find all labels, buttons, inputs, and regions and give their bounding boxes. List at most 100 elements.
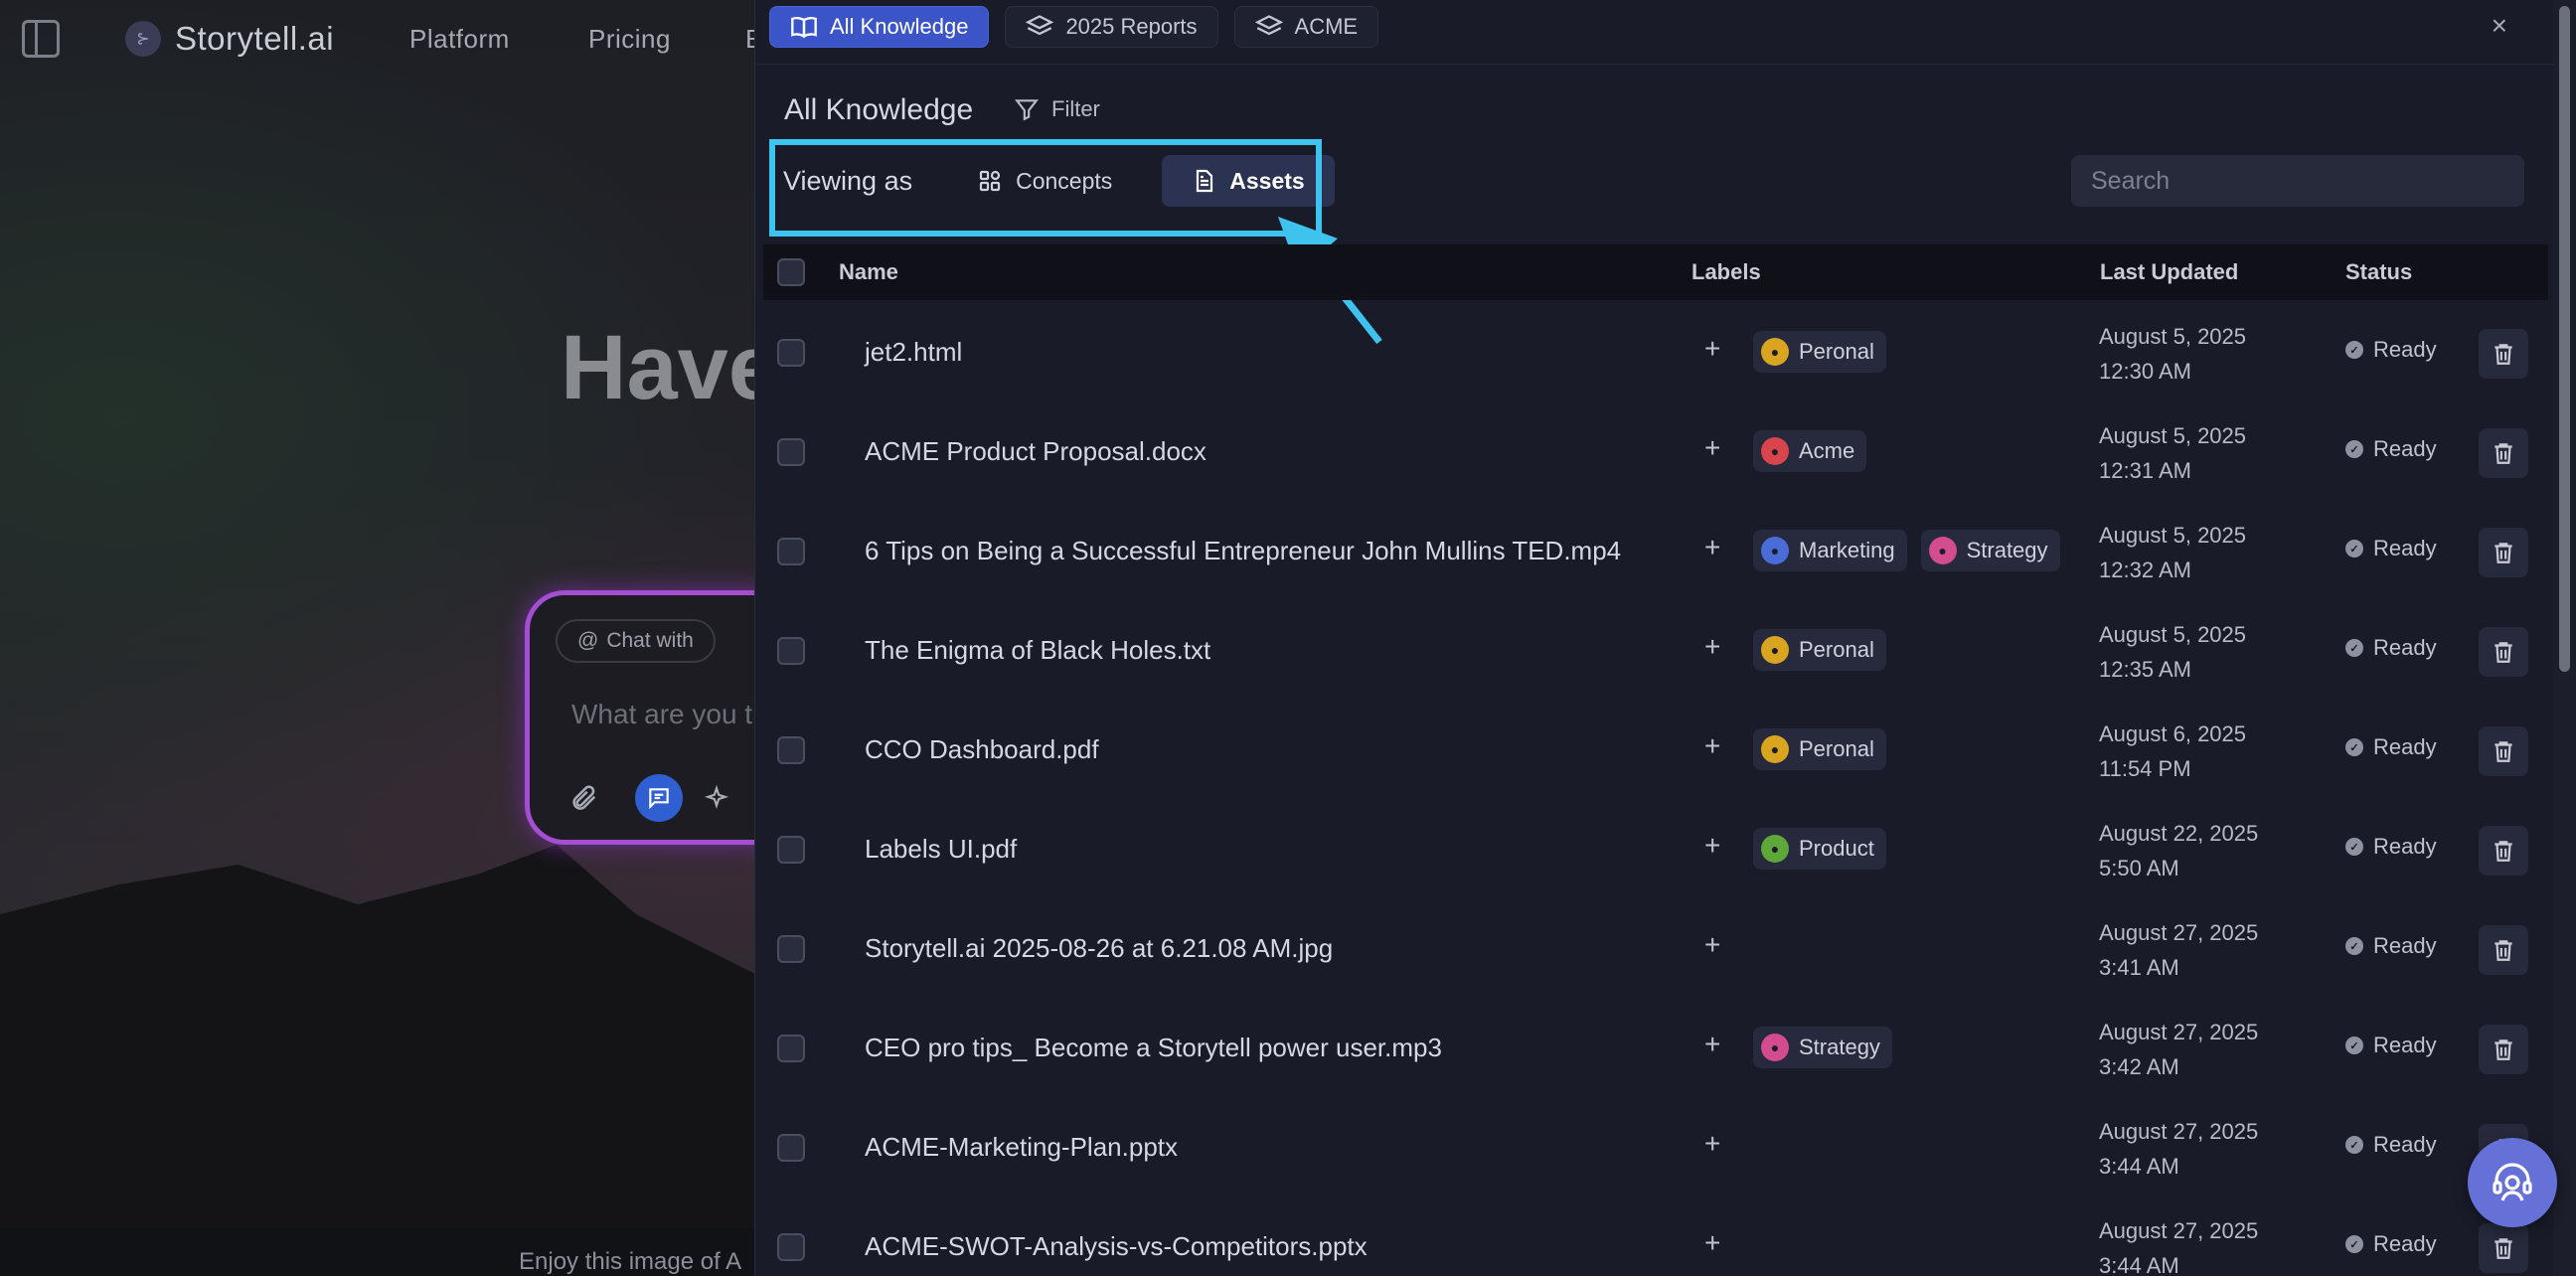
label-icon: ● xyxy=(1761,338,1789,366)
collection-tabs: All Knowledge 2025 Reports ACME xyxy=(769,6,1379,48)
delete-button[interactable] xyxy=(2479,826,2528,876)
table-row[interactable]: ACME-SWOT-Analysis-vs-Competitors.pptx +… xyxy=(755,1197,2553,1276)
tab-label: All Knowledge xyxy=(830,14,969,39)
table-row[interactable]: 6 Tips on Being a Successful Entrepreneu… xyxy=(755,502,2553,601)
table-row[interactable]: Storytell.ai 2025-08-26 at 6.21.08 AM.jp… xyxy=(755,899,2553,999)
tab-all-knowledge[interactable]: All Knowledge xyxy=(769,6,990,48)
chat-with-chip[interactable]: @ Chat with xyxy=(556,619,716,663)
column-labels[interactable]: Labels xyxy=(1691,259,1761,285)
asset-name[interactable]: ACME-Marketing-Plan.pptx xyxy=(865,1132,1178,1163)
updated-date: August 22, 2025 xyxy=(2099,821,2259,846)
chat-input-placeholder[interactable]: What are you t xyxy=(571,699,752,730)
label-chip[interactable]: ● Peronal xyxy=(1753,629,1886,671)
row-checkbox[interactable] xyxy=(777,438,805,466)
add-label-icon[interactable]: + xyxy=(1704,1029,1720,1060)
last-updated: August 5, 2025 12:30 AM xyxy=(2099,319,2246,389)
delete-button[interactable] xyxy=(2479,329,2528,379)
add-label-icon[interactable]: + xyxy=(1704,730,1720,762)
row-checkbox[interactable] xyxy=(777,736,805,764)
brand-logo[interactable]: ⊱ Storytell.ai xyxy=(125,20,334,58)
label-text: Peronal xyxy=(1799,339,1874,364)
row-checkbox[interactable] xyxy=(777,1035,805,1062)
add-label-icon[interactable]: + xyxy=(1704,929,1720,961)
add-label-icon[interactable]: + xyxy=(1704,1128,1720,1160)
select-all-checkbox[interactable] xyxy=(777,258,805,286)
table-row[interactable]: ACME Product Proposal.docx + ● Acme Augu… xyxy=(755,402,2553,502)
column-status[interactable]: Status xyxy=(2345,259,2412,285)
row-checkbox[interactable] xyxy=(777,836,805,864)
check-circle-icon: ✓ xyxy=(2345,738,2363,756)
table-row[interactable]: CCO Dashboard.pdf + ● Peronal August 6, … xyxy=(755,701,2553,800)
row-checkbox[interactable] xyxy=(777,538,805,565)
scrollbar-thumb[interactable] xyxy=(2559,6,2570,672)
row-checkbox[interactable] xyxy=(777,637,805,665)
label-chip[interactable]: ● Acme xyxy=(1753,430,1867,472)
table-row[interactable]: Labels UI.pdf + ● Product August 22, 202… xyxy=(755,800,2553,899)
asset-name[interactable]: The Enigma of Black Holes.txt xyxy=(865,635,1210,666)
updated-time: 3:41 AM xyxy=(2099,955,2179,980)
add-label-icon[interactable]: + xyxy=(1704,830,1720,862)
updated-date: August 27, 2025 xyxy=(2099,920,2259,945)
delete-button[interactable] xyxy=(2479,925,2528,975)
delete-button[interactable] xyxy=(2479,1223,2528,1273)
asset-name[interactable]: ACME Product Proposal.docx xyxy=(865,436,1207,467)
status-badge: ✓ Ready xyxy=(2345,1231,2437,1257)
asset-name[interactable]: Labels UI.pdf xyxy=(865,834,1017,865)
label-chip[interactable]: ● Strategy xyxy=(1753,1027,1892,1068)
delete-button[interactable] xyxy=(2479,428,2528,478)
check-circle-icon: ✓ xyxy=(2345,937,2363,955)
label-text: Product xyxy=(1799,836,1874,861)
add-label-icon[interactable]: + xyxy=(1704,631,1720,663)
tab-2025-reports[interactable]: 2025 Reports xyxy=(1005,6,1218,48)
nav-platform[interactable]: Platform xyxy=(409,24,510,55)
sparkle-icon[interactable] xyxy=(693,774,740,822)
add-label-icon[interactable]: + xyxy=(1704,532,1720,563)
asset-name[interactable]: ACME-SWOT-Analysis-vs-Competitors.pptx xyxy=(865,1231,1368,1262)
tab-acme[interactable]: ACME xyxy=(1233,6,1379,48)
updated-time: 12:30 AM xyxy=(2099,359,2191,384)
delete-button[interactable] xyxy=(2479,1025,2528,1074)
table-row[interactable]: CEO pro tips_ Become a Storytell power u… xyxy=(755,999,2553,1098)
chat-mode-icon[interactable] xyxy=(635,774,683,822)
column-name[interactable]: Name xyxy=(839,259,898,285)
label-chip[interactable]: ● Peronal xyxy=(1753,331,1886,373)
delete-button[interactable] xyxy=(2479,627,2528,677)
last-updated: August 27, 2025 3:44 AM xyxy=(2099,1114,2258,1184)
close-icon[interactable]: × xyxy=(2492,10,2507,42)
row-checkbox[interactable] xyxy=(777,1233,805,1261)
trash-icon xyxy=(2495,940,2512,961)
updated-date: August 5, 2025 xyxy=(2099,622,2247,647)
updated-date: August 5, 2025 xyxy=(2099,523,2247,548)
table-row[interactable]: jet2.html + ● Peronal August 5, 2025 12:… xyxy=(755,303,2553,402)
label-chip[interactable]: ● Strategy xyxy=(1920,530,2060,571)
sidebar-toggle-icon[interactable] xyxy=(22,20,60,58)
image-credit: Enjoy this image of A xyxy=(519,1248,742,1275)
help-support-button[interactable] xyxy=(2468,1138,2557,1227)
tab-label: ACME xyxy=(1294,14,1359,39)
annotation-highlight-box xyxy=(769,139,1322,237)
row-checkbox[interactable] xyxy=(777,339,805,367)
asset-name[interactable]: 6 Tips on Being a Successful Entrepreneu… xyxy=(865,536,1621,566)
filter-button[interactable]: Filter xyxy=(1000,87,1114,131)
add-label-icon[interactable]: + xyxy=(1704,1227,1720,1259)
add-label-icon[interactable]: + xyxy=(1704,333,1720,365)
label-chip[interactable]: ● Marketing xyxy=(1753,530,1907,571)
search-input[interactable]: Search xyxy=(2071,155,2524,207)
nav-pricing[interactable]: Pricing xyxy=(588,24,671,55)
delete-button[interactable] xyxy=(2479,726,2528,776)
delete-button[interactable] xyxy=(2479,528,2528,577)
status-badge: ✓ Ready xyxy=(2345,536,2437,561)
label-chip[interactable]: ● Product xyxy=(1753,828,1886,870)
label-chip[interactable]: ● Peronal xyxy=(1753,728,1886,770)
asset-name[interactable]: Storytell.ai 2025-08-26 at 6.21.08 AM.jp… xyxy=(865,933,1333,964)
table-row[interactable]: ACME-Marketing-Plan.pptx + August 27, 20… xyxy=(755,1098,2553,1197)
add-label-icon[interactable]: + xyxy=(1704,432,1720,464)
attach-icon[interactable] xyxy=(560,774,607,822)
table-row[interactable]: The Enigma of Black Holes.txt + ● Perona… xyxy=(755,601,2553,701)
column-last-updated[interactable]: Last Updated xyxy=(2100,259,2238,285)
row-checkbox[interactable] xyxy=(777,935,805,963)
asset-name[interactable]: CCO Dashboard.pdf xyxy=(865,734,1099,765)
asset-name[interactable]: CEO pro tips_ Become a Storytell power u… xyxy=(865,1033,1442,1063)
row-checkbox[interactable] xyxy=(777,1134,805,1162)
asset-name[interactable]: jet2.html xyxy=(865,337,962,368)
